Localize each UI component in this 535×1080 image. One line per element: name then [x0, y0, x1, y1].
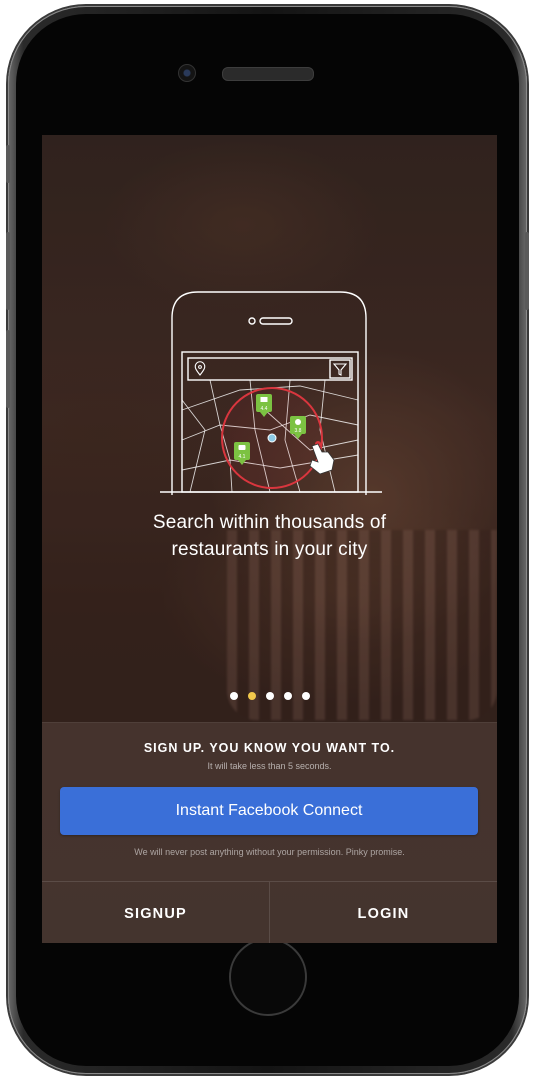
- page-dot[interactable]: [265, 692, 274, 700]
- headline-line-1: Search within thousands of: [152, 512, 387, 533]
- page-indicator[interactable]: [42, 687, 497, 705]
- volume-down-button: [6, 330, 10, 408]
- page-dot[interactable]: [283, 692, 292, 700]
- app-screen: 4.4 3.8 4.1 Search within thousands of r…: [42, 135, 497, 943]
- current-location-dot: [267, 433, 277, 443]
- onboarding-headline: Search within thousands of restaurants i…: [42, 509, 497, 563]
- illustration-speaker: [259, 317, 293, 325]
- earpiece-speaker: [222, 67, 314, 81]
- front-camera: [178, 64, 196, 82]
- page-dot[interactable]: [247, 692, 256, 700]
- headline-line-2: restaurants in your city: [171, 539, 368, 560]
- filter-icon: [332, 363, 348, 376]
- svg-text:4.4: 4.4: [261, 406, 268, 412]
- signup-title: SIGN UP. YOU KNOW YOU WANT TO.: [143, 741, 396, 755]
- page-dot[interactable]: [229, 692, 238, 700]
- phone-map-illustration: 4.4 3.8 4.1: [160, 291, 382, 495]
- facebook-connect-button[interactable]: Instant Facebook Connect: [60, 787, 478, 835]
- home-button[interactable]: [229, 938, 307, 1016]
- svg-text:4.1: 4.1: [239, 454, 246, 460]
- illustration-filter-box: [329, 359, 351, 379]
- signup-panel: SIGN UP. YOU KNOW YOU WANT TO. It will t…: [42, 722, 497, 943]
- auth-footer: SIGNUP LOGIN: [42, 881, 497, 943]
- svg-text:3.8: 3.8: [295, 428, 302, 434]
- illustration-search-bar: [187, 357, 353, 381]
- mute-switch: [6, 145, 10, 183]
- signup-subtitle: It will take less than 5 seconds.: [207, 761, 332, 771]
- signup-button[interactable]: SIGNUP: [42, 882, 269, 943]
- power-button: [525, 232, 529, 310]
- volume-up-button: [6, 232, 10, 310]
- login-button[interactable]: LOGIN: [269, 882, 497, 943]
- illustration-camera-dot: [248, 317, 256, 325]
- privacy-note: We will never post anything without your…: [134, 847, 405, 857]
- page-dot[interactable]: [301, 692, 310, 700]
